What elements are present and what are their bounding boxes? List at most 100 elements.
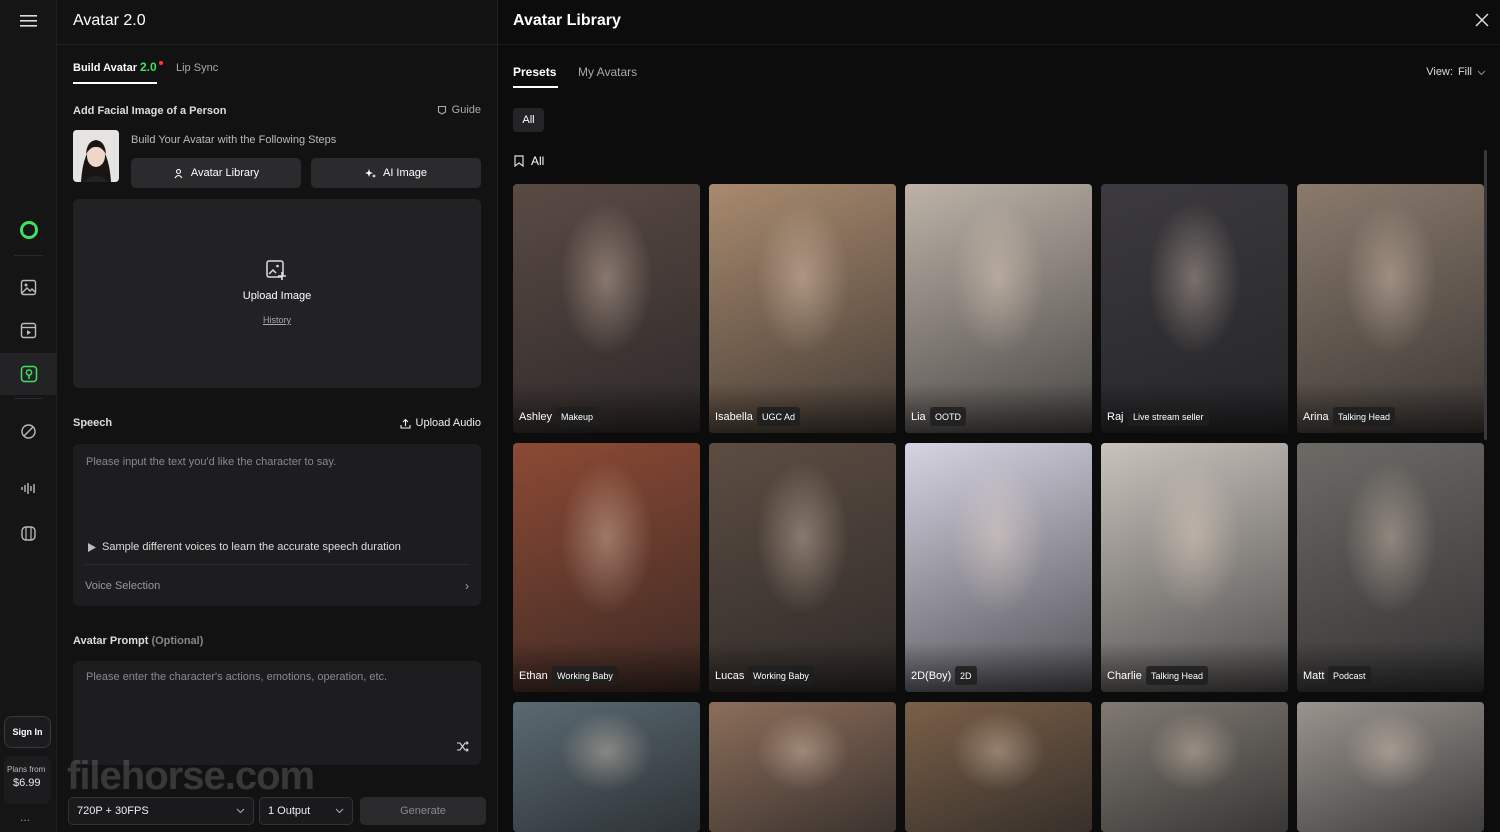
avatar-card[interactable]	[1101, 702, 1288, 832]
avatar-tag: Talking Head	[1333, 407, 1396, 426]
person-sparkle-icon	[174, 168, 183, 178]
panel-header: Avatar 2.0	[57, 0, 497, 45]
avatar-photo	[1101, 702, 1288, 832]
avatar-photo	[513, 702, 700, 832]
avatar-card[interactable]: Matt Podcast	[1297, 443, 1484, 692]
rail-item-3d[interactable]	[0, 514, 57, 552]
ai-image-button[interactable]: AI Image	[311, 158, 481, 188]
generate-button[interactable]: Generate	[360, 797, 486, 825]
avatar-card[interactable]: 2D(Boy) 2D	[905, 443, 1092, 692]
avatar-card[interactable]: Lucas Working Baby	[709, 443, 896, 692]
history-link[interactable]: History	[73, 315, 481, 325]
rail-item-image[interactable]	[0, 268, 57, 306]
chevron-down-icon	[236, 808, 245, 814]
shuffle-icon[interactable]	[457, 741, 469, 752]
guide-label: Guide	[451, 104, 481, 116]
active-tab-underline	[73, 82, 157, 84]
avatar-card[interactable]: Raj Live stream seller	[1101, 184, 1288, 433]
avatar-tag: Talking Head	[1146, 666, 1209, 685]
voice-selection[interactable]: Voice Selection	[85, 580, 160, 592]
menu-button[interactable]	[0, 2, 57, 40]
divider	[85, 564, 469, 565]
avatar-name: Raj	[1107, 411, 1124, 423]
avatar-tag: Working Baby	[748, 666, 814, 685]
sign-in-button[interactable]: Sign In	[4, 716, 51, 748]
optional-label: (Optional)	[151, 635, 204, 647]
upload-image-icon	[266, 260, 286, 280]
avatar-card[interactable]	[905, 702, 1092, 832]
tab-build-avatar[interactable]: Build Avatar 2.0	[73, 60, 163, 74]
view-label: View:	[1426, 66, 1453, 78]
upload-icon	[399, 418, 411, 429]
close-icon[interactable]	[1475, 13, 1489, 27]
rail-item-video[interactable]	[0, 311, 57, 349]
card-shade	[905, 642, 1092, 692]
avatar-name: 2D(Boy)	[911, 670, 952, 682]
avatar-card[interactable]	[1297, 702, 1484, 832]
tab-presets[interactable]: Presets	[513, 65, 556, 79]
avatar-tag: OOTD	[930, 407, 966, 426]
tab-my-avatars[interactable]: My Avatars	[578, 65, 637, 79]
avatar-card[interactable]	[709, 702, 896, 832]
tab-lip-sync[interactable]: Lip Sync	[176, 62, 218, 74]
guide-link[interactable]: Guide	[437, 104, 481, 116]
waveform-icon	[21, 482, 35, 494]
more-menu[interactable]: ...	[20, 810, 30, 824]
speech-placeholder: Please input the text you'd like the cha…	[86, 456, 337, 468]
section-header-all: All	[514, 154, 544, 168]
avatar-name: Ethan	[519, 670, 548, 682]
version-label: 2.0	[139, 60, 157, 74]
active-tab-underline	[513, 86, 558, 88]
video-icon	[20, 322, 37, 338]
image-icon	[20, 279, 37, 295]
scrollbar[interactable]	[1484, 150, 1487, 440]
upload-audio-label: Upload Audio	[415, 417, 481, 429]
resolution-select[interactable]: 720P + 30FPS	[68, 797, 254, 825]
view-mode-select[interactable]: View: Fill	[1426, 66, 1486, 78]
facial-section-title: Add Facial Image of a Person	[73, 105, 227, 117]
app-window: Sign In Plans from $6.99 ... Avatar 2.0 …	[0, 0, 1500, 832]
brand-logo[interactable]	[0, 211, 57, 249]
plans-badge[interactable]: Plans from $6.99	[4, 756, 51, 804]
avatar-icon	[20, 365, 37, 383]
output-count-select[interactable]: 1 Output	[259, 797, 353, 825]
avatar-card[interactable]: Ashley Makeup	[513, 184, 700, 433]
tab-build-label: Build Avatar	[73, 62, 137, 74]
speech-text-area[interactable]: Please input the text you'd like the cha…	[73, 444, 481, 606]
plans-price: $6.99	[13, 777, 41, 789]
chevron-down-icon	[1477, 70, 1486, 75]
hamburger-icon	[19, 15, 37, 27]
avatar-tag: Working Baby	[552, 666, 618, 685]
avatar-card[interactable]	[513, 702, 700, 832]
chevron-down-icon	[335, 808, 344, 814]
avatar-photo	[1297, 702, 1484, 832]
upload-audio-button[interactable]: Upload Audio	[399, 417, 481, 429]
avatar-library-panel: Avatar Library Presets My Avatars View: …	[497, 0, 1500, 832]
avatar-photo	[905, 702, 1092, 832]
filter-chip-all[interactable]: All	[513, 108, 544, 132]
play-icon	[88, 542, 96, 552]
ai-image-label: AI Image	[382, 167, 428, 179]
bookmark-icon	[514, 155, 524, 167]
avatar-card[interactable]: Ethan Working Baby	[513, 443, 700, 692]
avatar-card[interactable]: Isabella UGC Ad	[709, 184, 896, 433]
sample-voices-label: Sample different voices to learn the acc…	[102, 541, 401, 553]
avatar-prompt-label: Avatar Prompt	[73, 635, 149, 647]
upload-image-dropzone[interactable]: Upload Image History	[73, 199, 481, 388]
icon-rail: Sign In Plans from $6.99 ...	[0, 0, 57, 832]
avatar-name: Matt	[1303, 670, 1325, 682]
rail-item-audio[interactable]	[0, 469, 57, 507]
rail-item-effects[interactable]	[0, 412, 57, 450]
rail-item-avatar[interactable]	[0, 353, 57, 395]
new-dot	[158, 61, 163, 65]
avatar-library-button[interactable]: Avatar Library	[131, 158, 301, 188]
avatar-card[interactable]: Charlie Talking Head	[1101, 443, 1288, 692]
avatar-name: Ashley	[519, 411, 553, 423]
view-value: Fill	[1457, 66, 1472, 78]
sample-voices-link[interactable]: Sample different voices to learn the acc…	[88, 541, 401, 553]
avatar-card[interactable]: Arina Talking Head	[1297, 184, 1484, 433]
avatar-prompt-title: Avatar Prompt (Optional)	[73, 635, 203, 647]
avatar-prompt-input[interactable]: Please enter the character's actions, em…	[73, 661, 481, 765]
upload-image-label: Upload Image	[242, 290, 312, 302]
avatar-card[interactable]: Lia OOTD	[905, 184, 1092, 433]
